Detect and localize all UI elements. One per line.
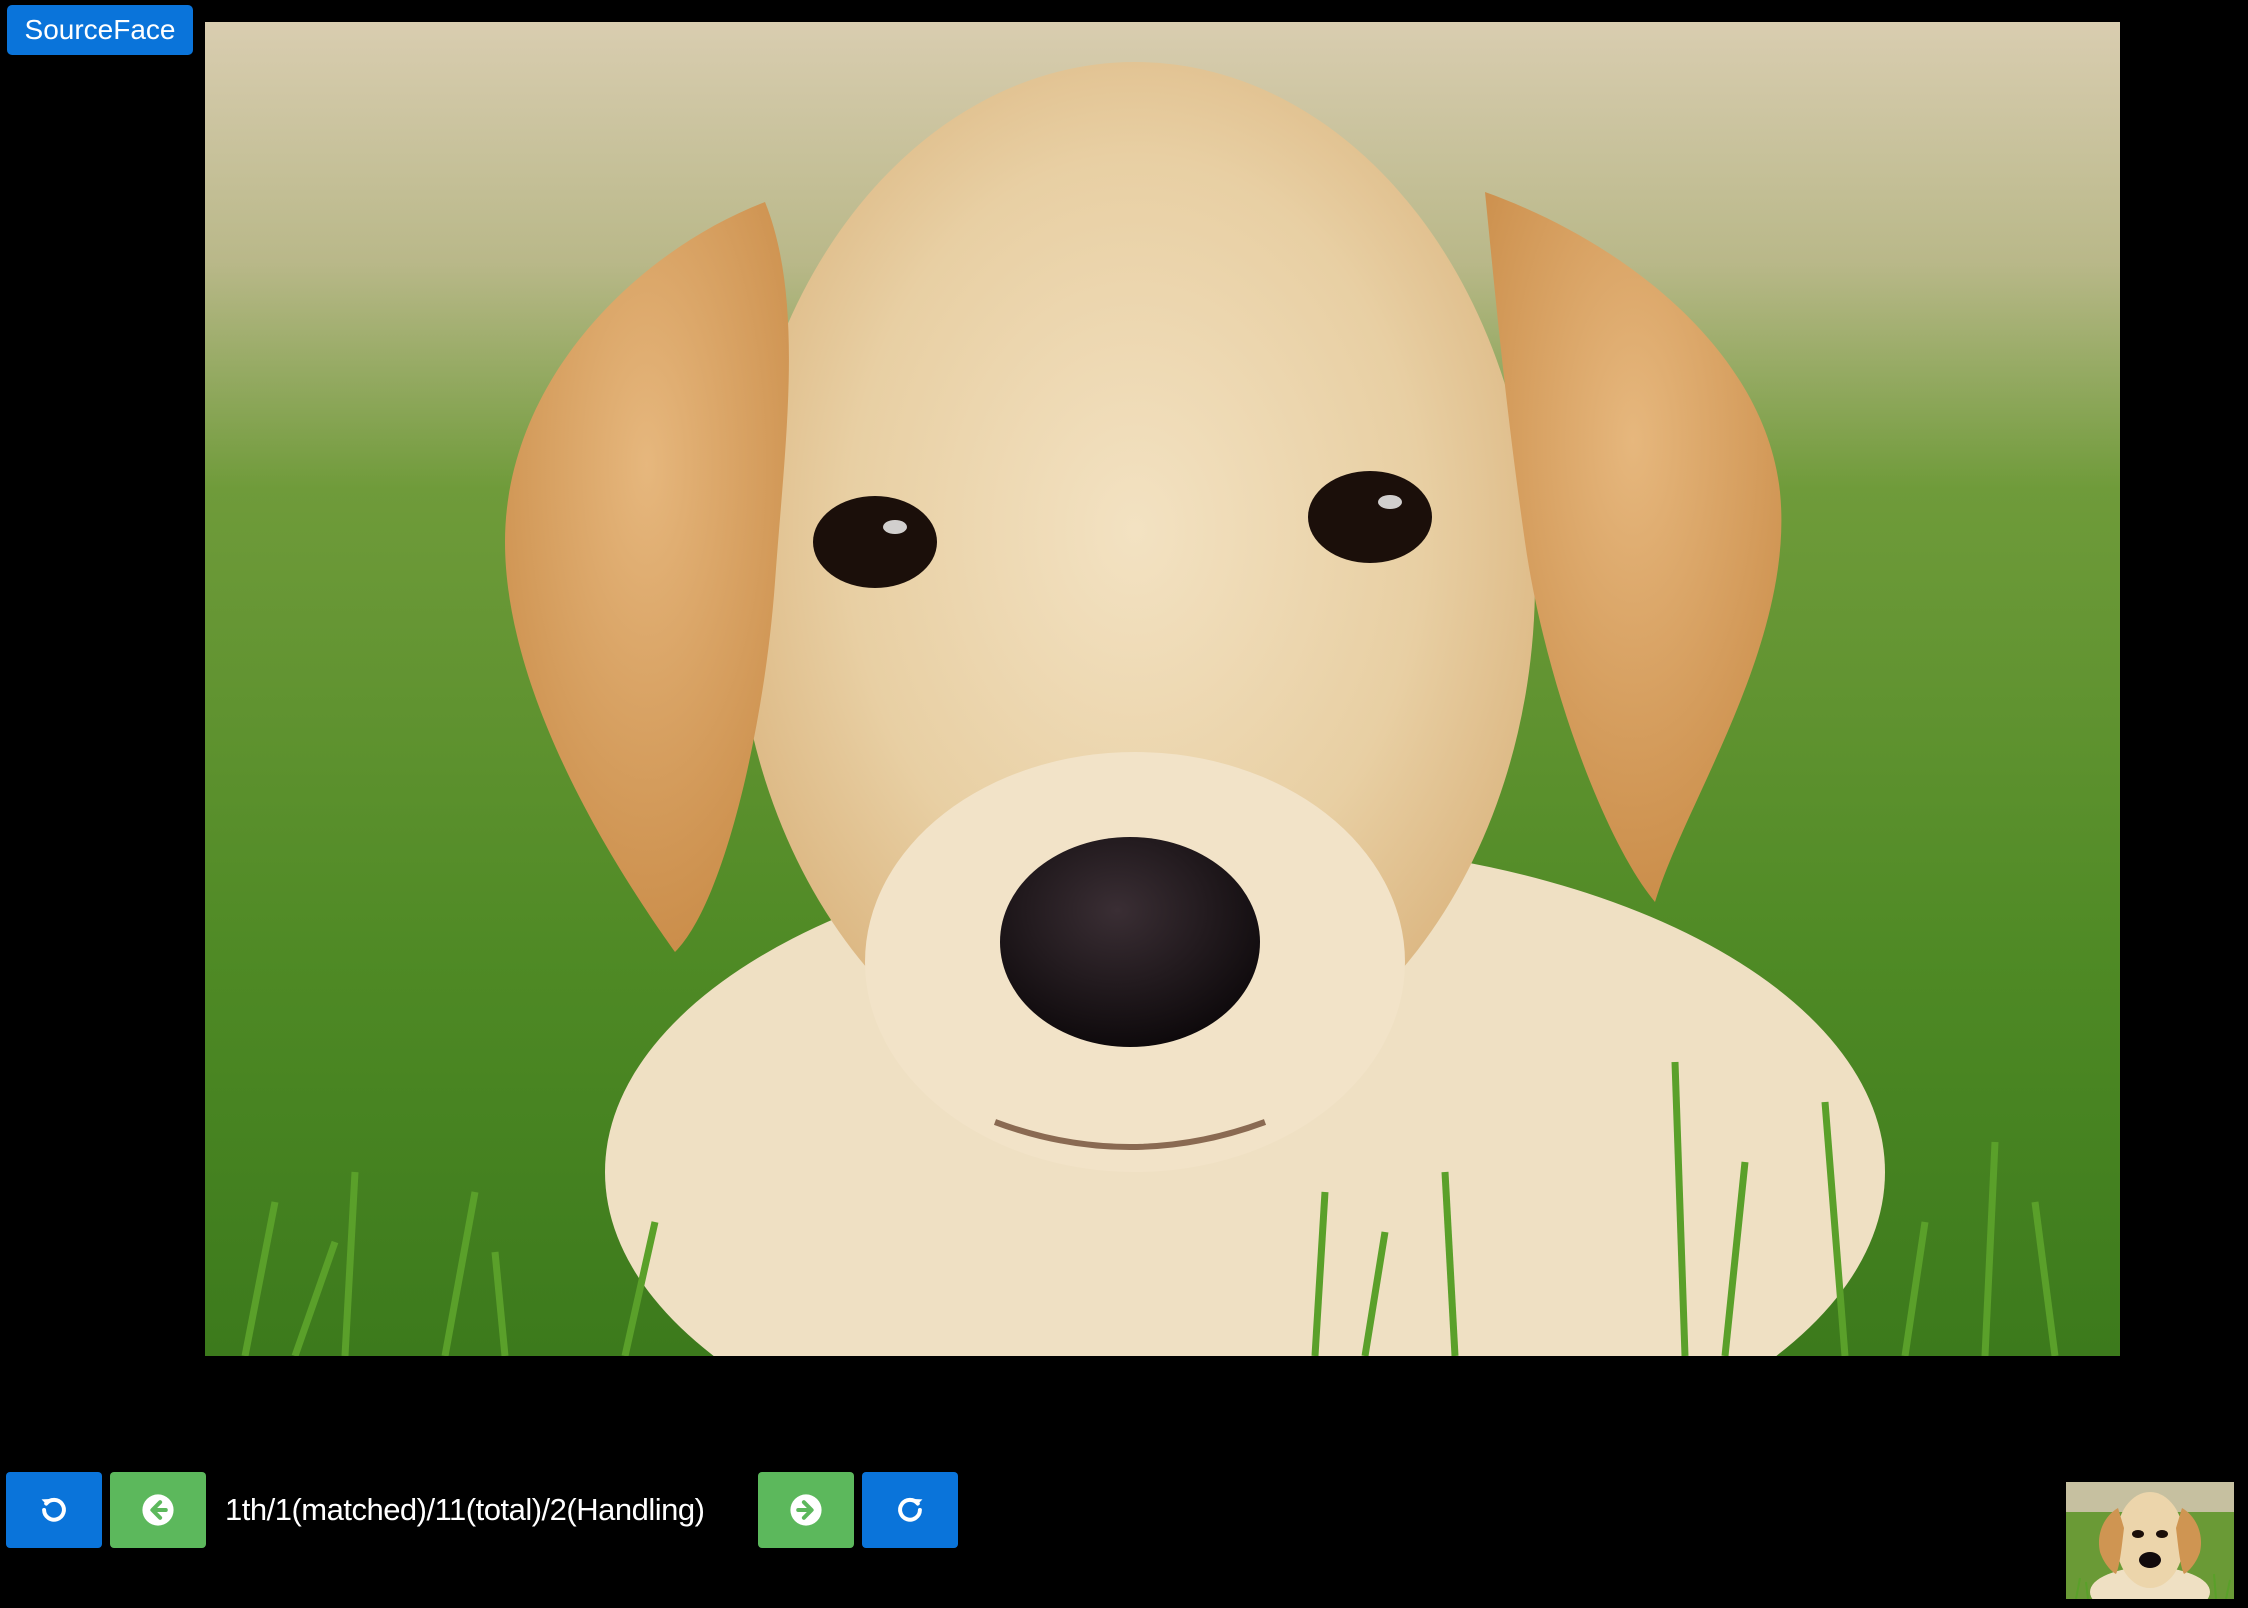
rotate-left-button[interactable] (6, 1472, 102, 1548)
source-face-button[interactable]: SourceFace (7, 5, 193, 55)
rotate-left-icon (41, 1497, 66, 1522)
previous-button[interactable] (110, 1472, 206, 1548)
main-image (205, 22, 2120, 1356)
rotate-right-icon (898, 1497, 923, 1522)
puppy-thumbnail (2066, 1482, 2234, 1599)
viewer-root: SourceFace 1th/1(matched)/11(total)/2(Ha… (0, 0, 2248, 1608)
arrow-left-circle-icon (142, 1494, 174, 1526)
arrow-right-circle-icon (790, 1494, 822, 1526)
rotate-right-button[interactable] (862, 1472, 958, 1548)
match-status-text: 1th/1(matched)/11(total)/2(Handling) (225, 1492, 705, 1527)
puppy-photo (205, 22, 2120, 1356)
next-button[interactable] (758, 1472, 854, 1548)
source-face-thumbnail[interactable] (2066, 1482, 2234, 1599)
